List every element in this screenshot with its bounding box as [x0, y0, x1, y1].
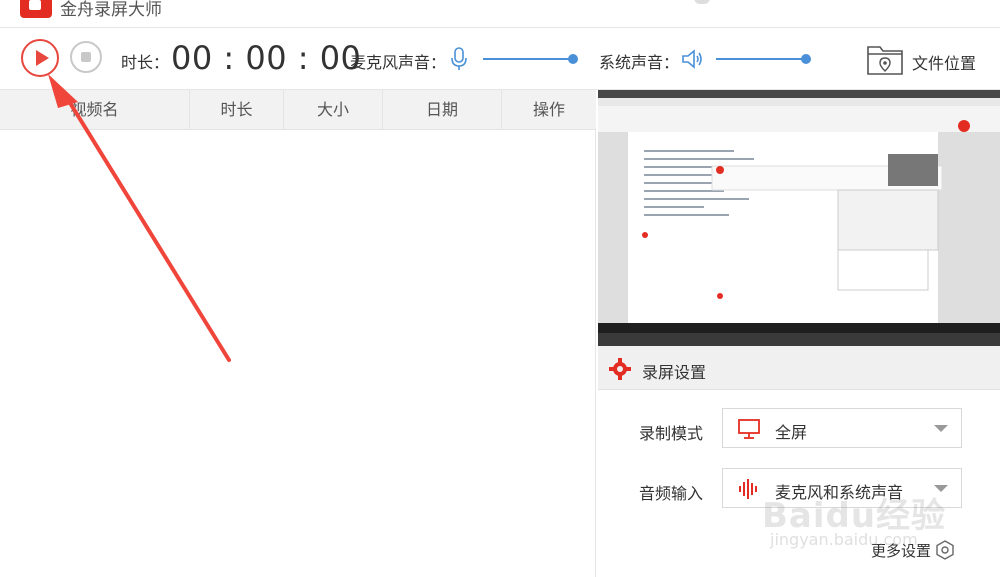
system-volume-slider[interactable]: [716, 58, 806, 60]
settings-icon[interactable]: [935, 540, 955, 560]
stop-record-button[interactable]: [70, 41, 102, 73]
title-bar: 金舟录屏大师: [0, 0, 1000, 28]
folder-location-icon: [867, 46, 903, 75]
system-volume-label: 系统声音：: [599, 53, 680, 72]
column-header-size[interactable]: 大小: [284, 90, 383, 130]
column-header-date[interactable]: 日期: [383, 90, 502, 130]
system-volume-knob[interactable]: [801, 54, 811, 64]
watermark-url: jingyan.baidu.com: [770, 530, 918, 549]
audio-wave-icon: [739, 479, 757, 499]
start-record-button[interactable]: [21, 39, 59, 77]
record-mode-value: 全屏: [775, 423, 808, 442]
record-mode-select[interactable]: 全屏: [722, 408, 962, 448]
file-location-label: 文件位置: [912, 54, 977, 73]
app-title: 金舟录屏大师: [60, 0, 162, 20]
speaker-icon[interactable]: [680, 47, 704, 71]
window-control[interactable]: [694, 0, 710, 4]
file-location-button[interactable]: 文件位置: [866, 41, 986, 77]
timer-display: 00 : 00 : 00: [171, 39, 362, 77]
toolbar: 时长： 00 : 00 : 00 麦克风声音： 系统声音： 文件位置: [0, 28, 1000, 90]
duration-label: 时长：: [121, 53, 170, 72]
record-settings-header: 录屏设置: [598, 346, 1000, 390]
record-settings-title: 录屏设置: [642, 363, 707, 382]
app-logo-icon: [20, 0, 52, 18]
mic-volume-label: 麦克风声音：: [350, 53, 447, 72]
column-header-duration[interactable]: 时长: [190, 90, 284, 130]
mic-volume-slider[interactable]: [483, 58, 573, 60]
column-header-name[interactable]: 视频名: [0, 90, 190, 130]
video-list-header: 视频名 时长 大小 日期 操作: [0, 90, 596, 130]
video-list-panel: 视频名 时长 大小 日期 操作: [0, 90, 596, 577]
gear-icon: [609, 358, 631, 380]
monitor-icon: [738, 419, 760, 439]
audio-input-label: 音频输入: [639, 484, 704, 503]
screen-preview: [598, 90, 1000, 346]
mic-volume-knob[interactable]: [568, 54, 578, 64]
column-header-actions[interactable]: 操作: [502, 90, 596, 130]
microphone-icon[interactable]: [450, 47, 468, 71]
chevron-down-icon: [934, 425, 948, 432]
record-mode-label: 录制模式: [639, 424, 704, 443]
preview-thumbnail-image: [598, 90, 1000, 346]
